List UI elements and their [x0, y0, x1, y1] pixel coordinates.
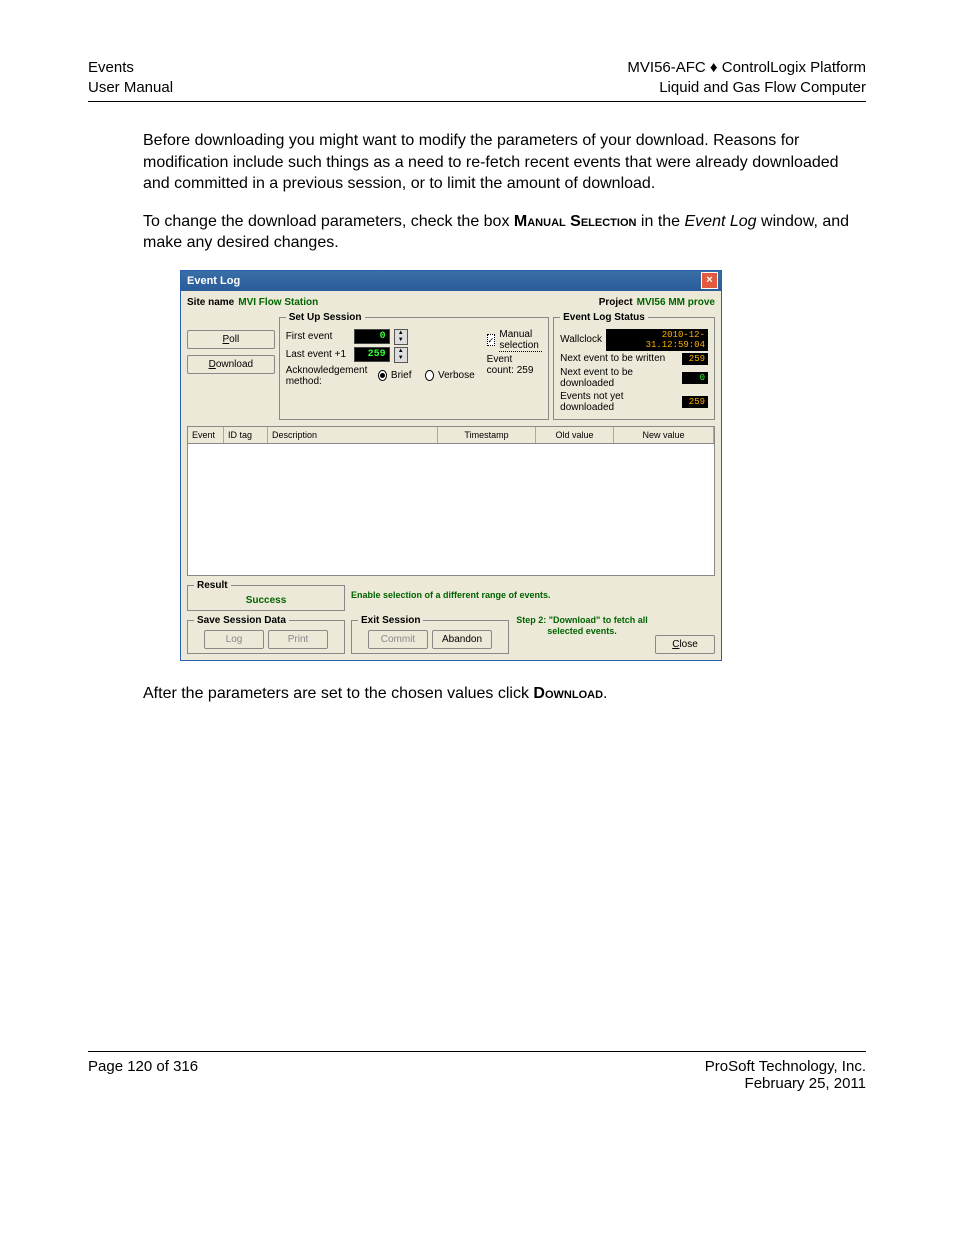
save-session-group: Save Session Data Log Print — [187, 615, 345, 654]
company: ProSoft Technology, Inc. — [705, 1058, 866, 1075]
close-button[interactable]: Close — [655, 635, 715, 654]
poll-button[interactable]: Poll — [187, 330, 275, 349]
print-button[interactable]: Print — [268, 630, 328, 649]
last-event-input[interactable]: 259 — [354, 347, 390, 362]
abandon-button[interactable]: Abandon — [432, 630, 492, 649]
exit-session-group: Exit Session Commit Abandon — [351, 615, 509, 654]
step-hint: Step 2: "Download" to fetch all selected… — [516, 615, 648, 636]
result-group: Result Success — [187, 580, 345, 611]
col-oldvalue[interactable]: Old value — [536, 427, 614, 443]
header-product: MVI56-AFC ♦ ControlLogix Platform — [627, 58, 866, 78]
events-table: Event ID tag Description Timestamp Old v… — [187, 426, 715, 576]
page-number: Page 120 of 316 — [88, 1058, 198, 1092]
date: February 25, 2011 — [705, 1075, 866, 1092]
project-name: Project MVI56 MM prove — [599, 297, 715, 308]
header-section: Events — [88, 58, 173, 78]
para-instruction: To change the download parameters, check… — [143, 211, 866, 254]
event-log-window: Event Log × Site name MVI Flow Station P… — [180, 270, 722, 661]
commit-button[interactable]: Commit — [368, 630, 428, 649]
site-name: Site name MVI Flow Station — [187, 297, 318, 308]
col-description[interactable]: Description — [268, 427, 438, 443]
close-icon[interactable]: × — [701, 272, 718, 289]
log-button[interactable]: Log — [204, 630, 264, 649]
setup-session-group: Set Up Session First event 0 ▲▼ Last eve… — [279, 312, 549, 420]
para-intro: Before downloading you might want to mod… — [143, 130, 866, 195]
col-timestamp[interactable]: Timestamp — [438, 427, 536, 443]
header-subtitle: Liquid and Gas Flow Computer — [627, 78, 866, 98]
page-header: Events User Manual MVI56-AFC ♦ ControlLo… — [88, 58, 866, 102]
para-after: After the parameters are set to the chos… — [143, 683, 866, 705]
not-downloaded-value: 259 — [682, 396, 708, 408]
col-newvalue[interactable]: New value — [614, 427, 714, 443]
result-message: Success — [246, 595, 287, 606]
manual-selection-checkbox[interactable]: ✓ — [487, 334, 496, 346]
verbose-radio[interactable] — [425, 370, 434, 381]
window-title: Event Log — [187, 275, 240, 287]
brief-radio[interactable] — [378, 370, 387, 381]
spinner-icon[interactable]: ▲▼ — [394, 329, 408, 345]
col-idtag[interactable]: ID tag — [224, 427, 268, 443]
download-button[interactable]: Download — [187, 355, 275, 374]
titlebar: Event Log × — [181, 271, 721, 291]
col-event[interactable]: Event — [188, 427, 224, 443]
result-hint: Enable selection of a different range of… — [351, 590, 551, 600]
event-log-status-group: Event Log Status Wallclock2010-12-31.12:… — [553, 312, 715, 420]
next-download-value: 0 — [682, 372, 708, 384]
page-footer: Page 120 of 316 ProSoft Technology, Inc.… — [88, 1051, 866, 1092]
first-event-input[interactable]: 0 — [354, 329, 390, 344]
wallclock-value: 2010-12-31.12:59:04 — [606, 329, 708, 351]
spinner-icon[interactable]: ▲▼ — [394, 347, 408, 363]
header-doc: User Manual — [88, 78, 173, 98]
next-write-value: 259 — [682, 353, 708, 365]
